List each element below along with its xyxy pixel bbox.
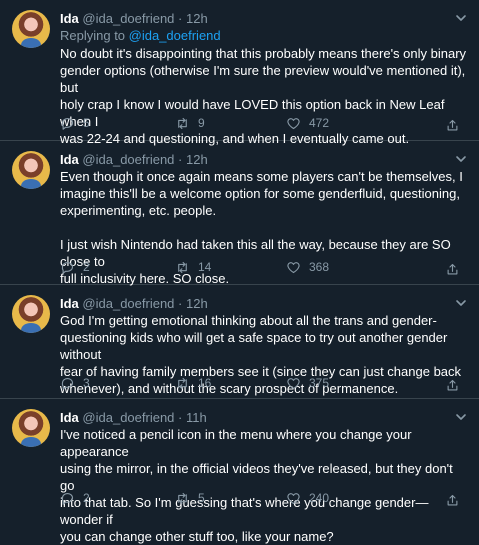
chevron-down-icon[interactable] <box>453 295 469 311</box>
tweet-header: Ida @ida_doefriend · 12h <box>60 11 208 27</box>
user-handle[interactable]: @ida_doefriend <box>82 410 174 425</box>
reply-icon <box>61 377 74 390</box>
avatar[interactable] <box>12 409 50 447</box>
tweet-header: Ida @ida_doefriend · 12h <box>60 152 208 168</box>
display-name[interactable]: Ida <box>60 296 79 311</box>
tweet-actions: 2 5 240 <box>60 489 470 507</box>
like-count: 368 <box>309 260 330 274</box>
like-icon <box>287 377 300 389</box>
avatar[interactable] <box>12 295 50 333</box>
timestamp[interactable]: 12h <box>186 152 208 167</box>
chevron-down-icon[interactable] <box>453 151 469 167</box>
tweet-header: Ida @ida_doefriend · 11h <box>60 410 207 426</box>
display-name[interactable]: Ida <box>60 11 79 26</box>
timestamp[interactable]: 12h <box>186 296 208 311</box>
avatar[interactable] <box>12 151 50 189</box>
tweet-actions: 2 14 368 <box>60 258 470 276</box>
tweet-header: Ida @ida_doefriend · 12h <box>60 296 208 312</box>
retweet-icon <box>178 261 187 273</box>
reply-icon <box>61 117 74 130</box>
retweet-count: 14 <box>198 260 212 274</box>
reply-count: 2 <box>83 491 90 505</box>
like-button[interactable]: 240 <box>286 489 329 507</box>
tweet-actions: 3 16 375 <box>60 374 470 392</box>
like-icon <box>287 261 300 273</box>
retweet-count: 16 <box>198 376 212 390</box>
retweet-count: 5 <box>198 491 205 505</box>
tweet-text: I've noticed a pencil icon in the menu w… <box>60 427 453 544</box>
separator: · <box>178 152 183 167</box>
retweet-count: 9 <box>198 116 205 130</box>
separator: · <box>178 410 183 425</box>
retweet-button[interactable]: 16 <box>175 374 211 392</box>
like-count: 472 <box>309 116 330 130</box>
share-icon[interactable] <box>445 493 460 508</box>
share-icon[interactable] <box>445 378 460 393</box>
like-count: 240 <box>309 491 330 505</box>
user-handle[interactable]: @ida_doefriend <box>82 11 174 26</box>
reply-button[interactable]: 2 <box>60 489 90 507</box>
retweet-icon <box>178 377 187 389</box>
separator: · <box>178 296 183 311</box>
reply-button[interactable]: 3 <box>60 374 90 392</box>
like-button[interactable]: 368 <box>286 258 329 276</box>
like-icon <box>287 117 300 129</box>
retweet-button[interactable]: 14 <box>175 258 211 276</box>
like-button[interactable]: 472 <box>286 114 329 132</box>
user-handle[interactable]: @ida_doefriend <box>82 296 174 311</box>
tweet[interactable]: Ida @ida_doefriend · 11h I've noticed a … <box>0 399 479 544</box>
reply-icon <box>61 492 74 505</box>
display-name[interactable]: Ida <box>60 410 79 425</box>
timestamp[interactable]: 12h <box>186 11 208 26</box>
reply-icon <box>61 261 74 274</box>
separator: · <box>178 11 183 26</box>
reply-count: 5 <box>83 116 90 130</box>
reply-button[interactable]: 2 <box>60 258 90 276</box>
retweet-icon <box>178 117 187 129</box>
tweet[interactable]: Ida @ida_doefriend · 12h Even though it … <box>0 141 479 286</box>
timestamp[interactable]: 11h <box>186 410 207 425</box>
avatar[interactable] <box>12 10 50 48</box>
reply-button[interactable]: 5 <box>60 114 90 132</box>
like-count: 375 <box>309 376 330 390</box>
replying-to-handle[interactable]: @ida_doefriend <box>129 28 221 43</box>
user-handle[interactable]: @ida_doefriend <box>82 152 174 167</box>
reply-count: 2 <box>83 260 90 274</box>
chevron-down-icon[interactable] <box>453 10 469 26</box>
tweet[interactable]: Ida @ida_doefriend · 12h Replying to @id… <box>0 0 479 146</box>
like-icon <box>287 492 300 504</box>
display-name[interactable]: Ida <box>60 152 79 167</box>
share-icon[interactable] <box>445 262 460 277</box>
like-button[interactable]: 375 <box>286 374 329 392</box>
tweet-thread: Ida @ida_doefriend · 12h Replying to @id… <box>0 0 479 544</box>
retweet-button[interactable]: 9 <box>175 114 205 132</box>
tweet-actions: 5 9 472 <box>60 114 470 132</box>
chevron-down-icon[interactable] <box>453 409 469 425</box>
replying-to-label: Replying to <box>60 28 129 43</box>
reply-count: 3 <box>83 376 90 390</box>
share-icon[interactable] <box>445 118 460 133</box>
tweet[interactable]: Ida @ida_doefriend · 12h God I'm getting… <box>0 285 479 399</box>
replying-to: Replying to @ida_doefriend <box>60 28 221 44</box>
retweet-icon <box>178 492 187 504</box>
retweet-button[interactable]: 5 <box>175 489 205 507</box>
